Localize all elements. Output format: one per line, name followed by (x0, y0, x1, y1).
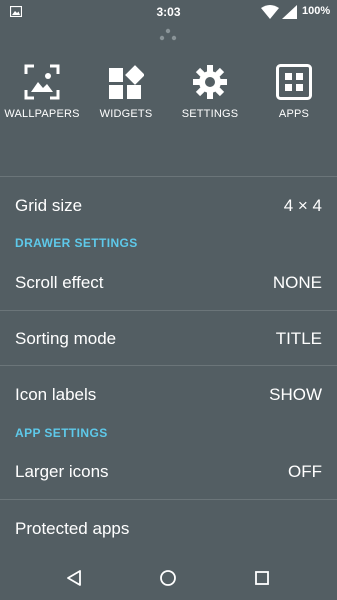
scroll-effect-label: Scroll effect (15, 273, 104, 292)
divider (0, 499, 337, 500)
widgets-label: WIDGETS (99, 108, 153, 120)
apps-button[interactable]: APPS (252, 64, 336, 120)
battery-percentage: 100% (302, 5, 331, 17)
divider (0, 365, 337, 366)
divider (0, 310, 337, 311)
page-indicator-dots (159, 28, 177, 41)
sorting-mode-label: Sorting mode (15, 329, 117, 348)
larger-icons-value: OFF (288, 462, 322, 481)
protected-apps-label: Protected apps (15, 519, 130, 538)
drawer-settings-header: DRAWER SETTINGS (15, 236, 138, 250)
cell-signal-icon (282, 5, 297, 19)
grid-size-row[interactable]: Grid size 4 × 4 (0, 185, 337, 225)
sorting-mode-value: TITLE (275, 329, 322, 348)
icon-labels-label: Icon labels (15, 385, 97, 404)
status-bar: 3:03 100% (0, 0, 337, 24)
recents-icon[interactable] (254, 569, 270, 587)
protected-apps-row[interactable]: Protected apps (0, 508, 337, 548)
scroll-effect-value: NONE (272, 273, 322, 292)
settings-gear-icon (193, 65, 227, 99)
grid-size-value: 4 × 4 (283, 196, 322, 215)
back-icon[interactable] (65, 569, 83, 587)
sorting-mode-row[interactable]: Sorting mode TITLE (0, 318, 337, 358)
wifi-icon (261, 5, 279, 19)
larger-icons-label: Larger icons (15, 462, 109, 481)
widgets-button[interactable]: WIDGETS (84, 64, 168, 120)
navigation-bar (0, 556, 337, 600)
settings-button[interactable]: SETTINGS (168, 64, 252, 120)
settings-label: SETTINGS (181, 108, 239, 120)
wallpapers-button[interactable]: WALLPAPERS (0, 64, 84, 120)
larger-icons-row[interactable]: Larger icons OFF (0, 451, 337, 491)
home-icon[interactable] (159, 569, 177, 587)
widgets-icon (109, 65, 144, 99)
divider (0, 176, 337, 177)
apps-label: APPS (278, 108, 310, 120)
scroll-effect-row[interactable]: Scroll effect NONE (0, 262, 337, 302)
grid-size-label: Grid size (15, 196, 83, 215)
apps-grid-icon (276, 64, 312, 100)
icon-labels-value: SHOW (269, 385, 322, 404)
icon-labels-row[interactable]: Icon labels SHOW (0, 374, 337, 414)
wallpapers-icon (24, 64, 60, 100)
wallpapers-label: WALLPAPERS (4, 108, 80, 120)
app-settings-header: APP SETTINGS (15, 426, 108, 440)
